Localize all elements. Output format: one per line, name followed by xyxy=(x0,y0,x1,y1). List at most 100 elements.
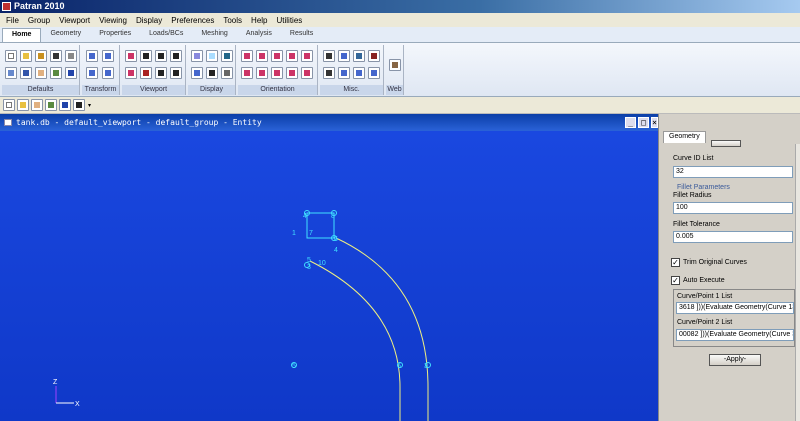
auto-execute-checkbox[interactable]: ✓ xyxy=(671,276,680,285)
misc-tool7-icon[interactable] xyxy=(353,67,365,79)
fit-icon[interactable] xyxy=(102,67,114,79)
node-label: 5 xyxy=(292,363,296,370)
menu-display[interactable]: Display xyxy=(136,16,162,25)
misc-tool6-icon[interactable] xyxy=(338,67,350,79)
left-view-icon[interactable] xyxy=(301,50,313,62)
qat-dropdown-icon[interactable]: ▾ xyxy=(88,102,91,109)
menu-file[interactable]: File xyxy=(6,16,19,25)
menu-viewing[interactable]: Viewing xyxy=(99,16,127,25)
qat-new-icon[interactable] xyxy=(3,99,15,111)
zoom-icon[interactable] xyxy=(86,67,98,79)
node-label: 4 xyxy=(303,213,307,220)
tab-properties[interactable]: Properties xyxy=(90,28,140,42)
pan-icon[interactable] xyxy=(102,50,114,62)
qat-open-icon[interactable] xyxy=(17,99,29,111)
iso4-view-icon[interactable] xyxy=(301,67,313,79)
apply-button[interactable]: -Apply- xyxy=(709,354,761,366)
iso1-view-icon[interactable] xyxy=(256,67,268,79)
iso2-view-icon[interactable] xyxy=(271,67,283,79)
qat-reset-icon[interactable] xyxy=(59,99,71,111)
misc-tool5-icon[interactable] xyxy=(323,67,335,79)
misc-tool1-icon[interactable] xyxy=(323,50,335,62)
iso-view-icon[interactable] xyxy=(125,50,137,62)
save-icon[interactable] xyxy=(50,50,62,62)
graphics-canvas[interactable]: 4 8 1 7 6 4 5 3 10 5 6 3 Z X xyxy=(0,131,658,421)
curve-id-field[interactable]: 32 xyxy=(673,166,793,178)
hidden-line-icon[interactable] xyxy=(206,50,218,62)
open-folder-icon[interactable] xyxy=(20,50,32,62)
tab-home[interactable]: Home xyxy=(2,28,42,42)
new-file-icon[interactable] xyxy=(5,50,17,62)
model-drawing: 4 8 1 7 6 4 5 3 10 5 6 3 Z X xyxy=(53,210,431,421)
shaded-icon[interactable] xyxy=(221,50,233,62)
right-view-icon[interactable] xyxy=(241,67,253,79)
iso3-view-icon[interactable] xyxy=(286,67,298,79)
home-icon[interactable] xyxy=(389,59,401,71)
node-label: 3 xyxy=(424,363,428,370)
box-view-icon[interactable] xyxy=(125,67,137,79)
bottom-view-icon[interactable] xyxy=(286,50,298,62)
broom-icon[interactable] xyxy=(50,67,62,79)
menu-utilities[interactable]: Utilities xyxy=(277,16,303,25)
menu-help[interactable]: Help xyxy=(251,16,267,25)
qat-hand-icon[interactable] xyxy=(31,99,43,111)
undo-icon[interactable] xyxy=(20,67,32,79)
grid-icon[interactable] xyxy=(140,67,152,79)
fillet-tolerance-field[interactable]: 0.005 xyxy=(673,231,793,243)
tab-loads-bcs[interactable]: Loads/BCs xyxy=(140,28,192,42)
group-label-display: Display xyxy=(188,85,235,95)
maximize-icon[interactable]: □ xyxy=(638,117,649,128)
display-grid-icon[interactable] xyxy=(191,67,203,79)
open-db-icon[interactable] xyxy=(35,50,47,62)
move-icon[interactable] xyxy=(140,50,152,62)
misc-tool3-icon[interactable] xyxy=(353,50,365,62)
cross-icon[interactable] xyxy=(155,50,167,62)
tab-meshing[interactable]: Meshing xyxy=(192,28,236,42)
reset-icon[interactable] xyxy=(65,67,77,79)
menu-preferences[interactable]: Preferences xyxy=(171,16,214,25)
minimize-icon[interactable]: _ xyxy=(625,117,636,128)
misc-tool2-icon[interactable] xyxy=(338,50,350,62)
top-view-icon[interactable] xyxy=(271,50,283,62)
trim-checkbox[interactable]: ✓ xyxy=(671,258,680,267)
cp2-field[interactable]: 00082 ]))(Evaluate Geometry(Curve 3)) xyxy=(676,329,794,341)
axis-x-label: X xyxy=(75,401,80,408)
fillet-outer-curve xyxy=(335,237,429,421)
hand-icon[interactable] xyxy=(35,67,47,79)
ribbon: Defaults Transform Viewport Display Orie… xyxy=(0,43,800,97)
tab-results[interactable]: Results xyxy=(281,28,322,42)
back-view-icon[interactable] xyxy=(256,50,268,62)
qat-broom-icon[interactable] xyxy=(45,99,57,111)
refresh-icon[interactable] xyxy=(170,50,182,62)
misc-tool4-icon[interactable] xyxy=(368,50,380,62)
cp2-label: Curve/Point 2 List xyxy=(677,319,733,326)
front-view-icon[interactable] xyxy=(241,50,253,62)
print-icon[interactable] xyxy=(65,50,77,62)
zoom-in-icon[interactable] xyxy=(155,67,167,79)
menu-viewport[interactable]: Viewport xyxy=(59,16,90,25)
zoom-out-icon[interactable] xyxy=(170,67,182,79)
menu-group[interactable]: Group xyxy=(28,16,50,25)
tab-geometry[interactable]: Geometry xyxy=(41,28,90,42)
display-lines-icon[interactable] xyxy=(221,67,233,79)
rotate-icon[interactable] xyxy=(86,50,98,62)
group-viewport: Viewport xyxy=(122,45,186,95)
close-icon[interactable]: × xyxy=(651,117,658,128)
group-label-defaults: Defaults xyxy=(2,85,79,95)
copy-icon[interactable] xyxy=(5,67,17,79)
ribbon-tabs: Home Geometry Properties Loads/BCs Meshi… xyxy=(0,27,800,43)
tab-analysis[interactable]: Analysis xyxy=(237,28,281,42)
group-orientation: Orientation xyxy=(238,45,318,95)
axis-z-label: Z xyxy=(53,379,58,386)
cp1-field[interactable]: 3618 ]))(Evaluate Geometry(Curve 13)) xyxy=(676,302,794,314)
panel-scrollbar[interactable] xyxy=(795,144,800,421)
fillet-radius-field[interactable]: 100 xyxy=(673,202,793,214)
display-cube-icon[interactable] xyxy=(206,67,218,79)
wireframe-icon[interactable] xyxy=(191,50,203,62)
group-label-misc: Misc. xyxy=(320,85,383,95)
group-web: Web xyxy=(386,45,404,95)
menu-tools[interactable]: Tools xyxy=(223,16,242,25)
misc-tool8-icon[interactable] xyxy=(368,67,380,79)
viewport-title: tank.db - default_viewport - default_gro… xyxy=(16,118,262,127)
qat-move-icon[interactable] xyxy=(73,99,85,111)
